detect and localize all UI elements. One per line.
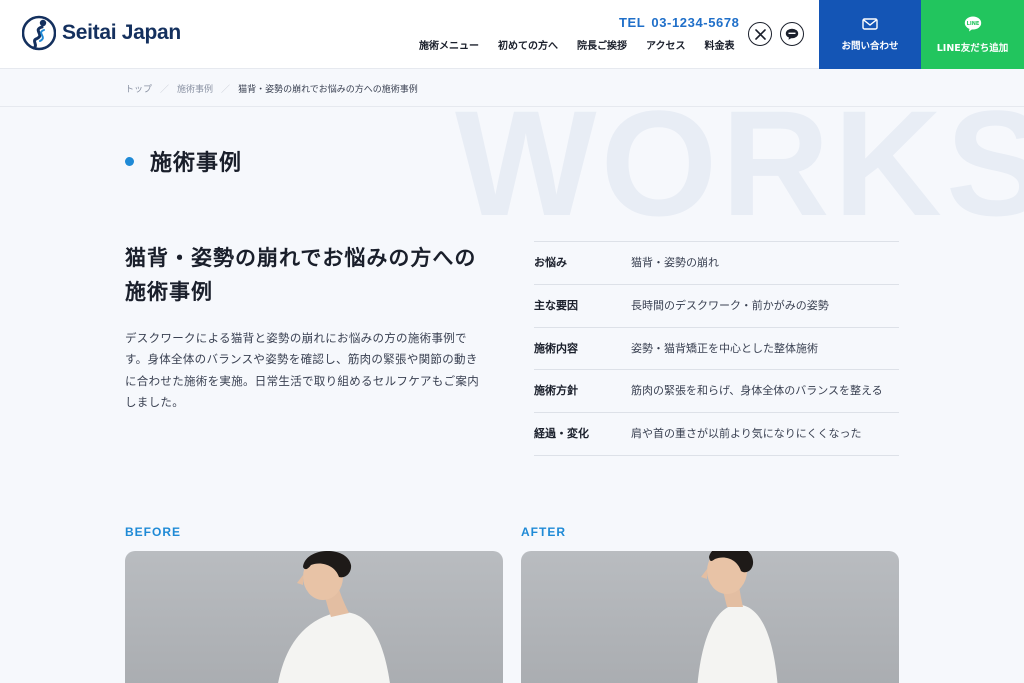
breadcrumb-works[interactable]: 施術事例 — [177, 82, 213, 95]
line-logo-icon: LINE — [964, 16, 981, 31]
info-value: 長時間のデスクワーク・前かがみの姿勢 — [631, 298, 829, 312]
info-row: 経過・変化 肩や首の重さが以前より気になりにくくなった — [534, 413, 899, 456]
breadcrumb: トップ ／ 施術事例 ／ 猫背・姿勢の崩れでお悩みの方への施術事例 — [125, 82, 418, 95]
breadcrumb-current: 猫背・姿勢の崩れでお悩みの方への施術事例 — [238, 85, 418, 95]
info-value: 筋肉の緊張を和らげ、身体全体のバランスを整える — [631, 384, 883, 398]
case-description: デスクワークによる猫背と姿勢の崩れにお悩みの方の施術事例です。身体全体のバランス… — [125, 331, 479, 409]
info-label: お悩み — [534, 256, 567, 269]
breadcrumb-separator: ／ — [221, 85, 231, 95]
nav-item-price[interactable]: 料金表 — [705, 37, 735, 52]
logo-text: Seitai Japan — [62, 21, 181, 44]
line-add-friend-button[interactable]: LINE LINE友だち追加 — [921, 0, 1024, 69]
line-icon — [785, 28, 799, 40]
after-person-illustration — [697, 551, 778, 683]
phone-number[interactable]: TEL 03-1234-5678 — [619, 15, 740, 30]
before-label: BEFORE — [125, 525, 182, 539]
svg-text:LINE: LINE — [966, 21, 979, 27]
mail-icon — [862, 17, 878, 30]
site-header: Seitai Japan TEL 03-1234-5678 施術メニュー 初めての… — [0, 0, 1024, 69]
works-watermark: WORKS — [455, 79, 1024, 247]
after-label: AFTER — [521, 525, 566, 539]
before-person-illustration — [278, 551, 390, 683]
tel-number: 03-1234-5678 — [651, 15, 740, 30]
x-social-button[interactable] — [748, 22, 772, 46]
contact-button[interactable]: お問い合わせ — [819, 0, 921, 69]
info-value: 猫背・姿勢の崩れ — [631, 256, 719, 269]
heading-dot-icon — [125, 156, 134, 166]
info-row: 施術内容 姿勢・猫背矯正を中心とした整体施術 — [534, 328, 899, 371]
line-button-label: LINE友だち追加 — [936, 42, 1009, 54]
info-label: 施術方針 — [534, 384, 578, 398]
section-heading: 施術事例 — [125, 145, 242, 177]
page-title: 施術事例 — [150, 151, 243, 176]
info-value: 姿勢・猫背矯正を中心とした整体施術 — [631, 341, 818, 355]
breadcrumb-top[interactable]: トップ — [125, 82, 152, 95]
after-photo — [521, 551, 899, 683]
info-row: 主な要因 長時間のデスクワーク・前かがみの姿勢 — [534, 285, 899, 328]
nav-item-access[interactable]: アクセス — [646, 37, 686, 52]
case-info-table: お悩み 猫背・姿勢の崩れ 主な要因 長時間のデスクワーク・前かがみの姿勢 施術内… — [534, 241, 899, 456]
tel-label: TEL — [619, 15, 646, 30]
site-logo[interactable]: Seitai Japan — [22, 14, 181, 52]
x-icon — [754, 28, 766, 40]
nav-item-menu[interactable]: 施術メニュー — [419, 37, 479, 52]
breadcrumb-separator: ／ — [160, 85, 170, 95]
line-social-button[interactable] — [780, 22, 804, 46]
info-label: 施術内容 — [534, 341, 578, 355]
nav-item-first-visit[interactable]: 初めての方へ — [498, 37, 558, 52]
nav-item-greeting[interactable]: 院長ご挨拶 — [577, 37, 627, 52]
logo-mark-icon — [22, 15, 56, 51]
case-title: 猫背・姿勢の崩れでお悩みの方への施術事例 — [125, 246, 477, 304]
info-label: 経過・変化 — [534, 427, 589, 441]
info-row: 施術方針 筋肉の緊張を和らげ、身体全体のバランスを整える — [534, 370, 899, 414]
info-value: 肩や首の重さが以前より気になりにくくなった — [631, 427, 862, 441]
info-label: 主な要因 — [534, 298, 578, 312]
global-nav: 施術メニュー 初めての方へ 院長ご挨拶 アクセス 料金表 — [419, 37, 735, 52]
contact-button-label: お問い合わせ — [841, 40, 899, 52]
before-photo — [125, 551, 503, 683]
info-row: お悩み 猫背・姿勢の崩れ — [534, 242, 899, 285]
